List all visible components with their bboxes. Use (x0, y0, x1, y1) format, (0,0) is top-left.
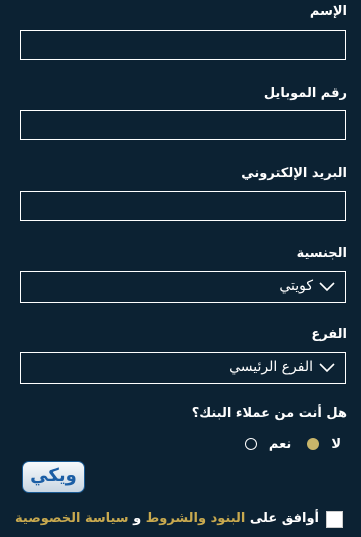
privacy-link[interactable]: سياسة الخصوصية (15, 511, 129, 526)
email-label: البريد الإلكتروني (241, 166, 347, 181)
mobile-label: رقم الموبايل (263, 86, 347, 101)
agree-prefix: أوافق على (249, 511, 319, 526)
radio-no[interactable] (307, 438, 320, 450)
email-field[interactable] (20, 191, 346, 221)
agreement-text: أوافق على البنود والشروط و سياسة الخصوصي… (15, 511, 319, 526)
terms-link[interactable]: البنود والشروط (146, 511, 246, 526)
logo-text: ويكي (30, 465, 77, 486)
radio-yes-label: نعم (268, 436, 292, 452)
chevron-down-icon (319, 282, 335, 292)
name-label: الإسم (309, 4, 347, 19)
branch-select[interactable]: الفرع الرئيسي (20, 352, 346, 384)
agree-and: و (133, 511, 142, 526)
radio-no-label: لا (331, 436, 341, 452)
nationality-selected-value: كويتي (279, 278, 313, 294)
customer-radio-group: لا نعم (244, 434, 341, 454)
mobile-field[interactable] (20, 110, 346, 140)
nationality-select[interactable]: كويتي (20, 271, 346, 303)
name-field[interactable] (20, 30, 346, 60)
chevron-down-icon (319, 363, 335, 373)
nationality-label: الجنسية (296, 246, 347, 261)
radio-yes[interactable] (244, 438, 257, 450)
branch-selected-value: الفرع الرئيسي (229, 359, 313, 375)
weki-logo: ويكي (22, 461, 85, 493)
branch-label: الفرع (311, 327, 347, 342)
customer-question: هل أنت من عملاء البنك؟ (191, 406, 347, 421)
agree-checkbox[interactable] (326, 511, 343, 528)
